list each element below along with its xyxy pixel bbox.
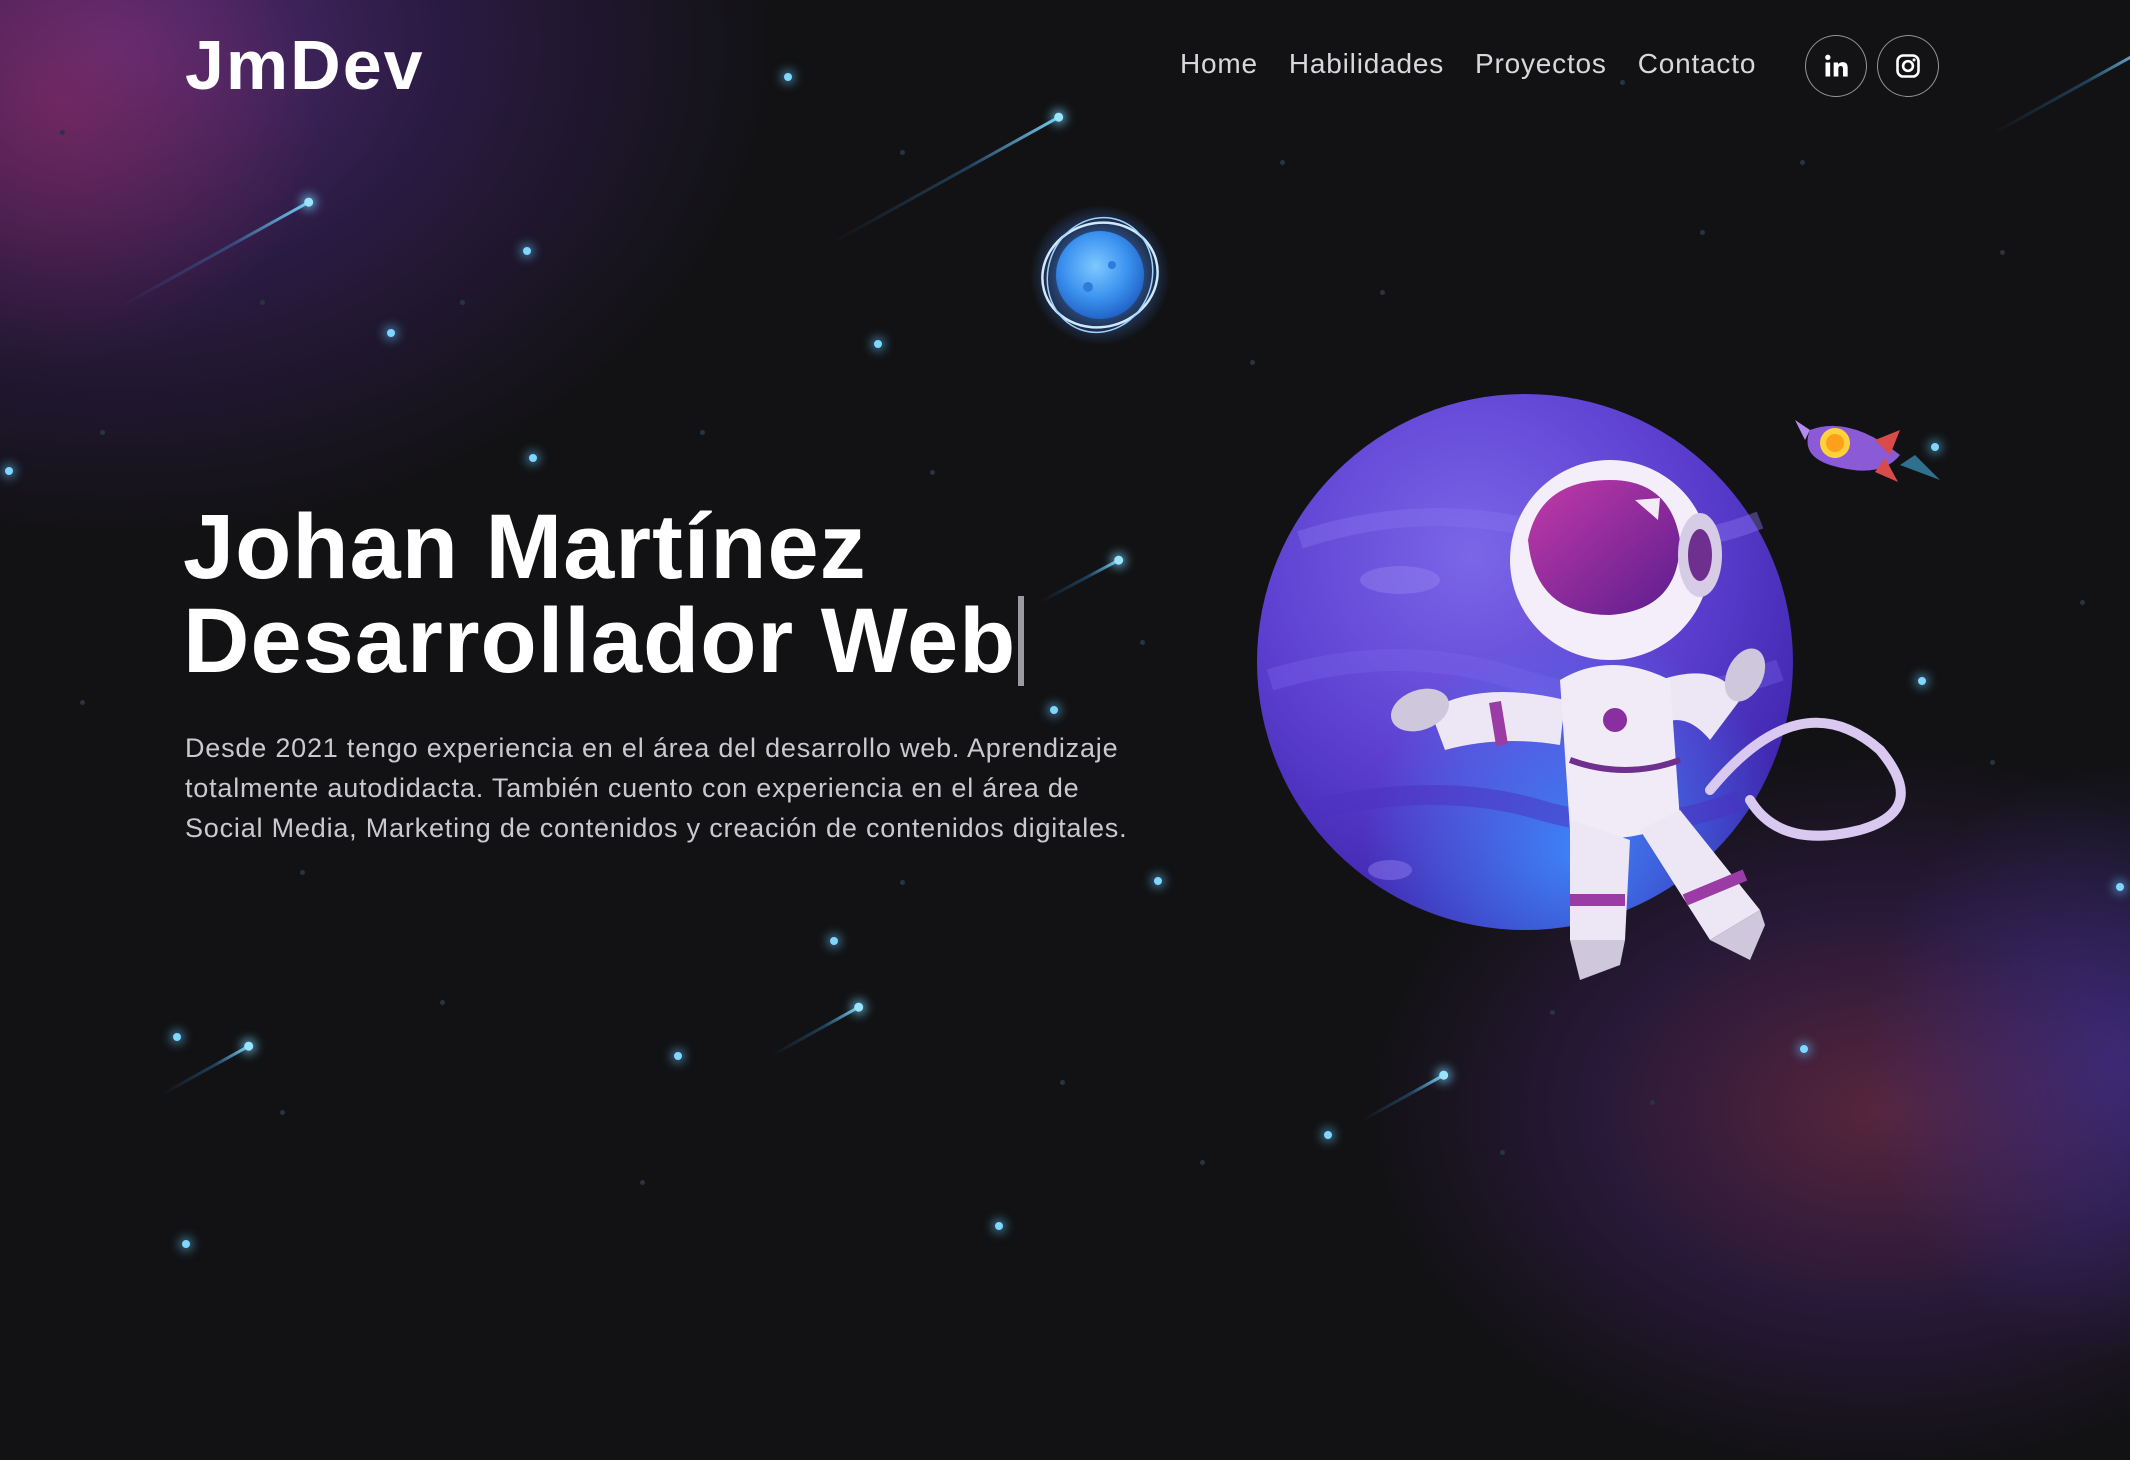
star	[1324, 1131, 1332, 1139]
shooting-star	[831, 115, 1061, 244]
star	[784, 73, 792, 81]
typing-caret	[1018, 596, 1025, 686]
hero-description: Desde 2021 tengo experiencia en el área …	[185, 733, 1128, 843]
instagram-icon	[1896, 54, 1920, 78]
star	[182, 1240, 190, 1248]
shooting-star	[771, 1005, 861, 1057]
star	[529, 454, 537, 462]
nav-link-proyectos[interactable]: Proyectos	[1475, 48, 1607, 80]
site-logo[interactable]: JmDev	[185, 30, 425, 100]
star	[1800, 1045, 1808, 1053]
nav-link-home[interactable]: Home	[1180, 48, 1258, 80]
star	[5, 467, 13, 475]
star	[173, 1033, 181, 1041]
nav-link-contacto[interactable]: Contacto	[1638, 48, 1756, 80]
small-planet-illustration	[1030, 205, 1170, 345]
shooting-star	[161, 1044, 251, 1096]
star	[523, 247, 531, 255]
nav-link-habilidades[interactable]: Habilidades	[1289, 48, 1444, 80]
shooting-star	[116, 200, 311, 310]
star	[674, 1052, 682, 1060]
star	[874, 340, 882, 348]
hero-name: Johan Martínez	[183, 496, 867, 598]
linkedin-icon	[1825, 54, 1848, 77]
shooting-star	[1991, 45, 2130, 136]
instagram-button[interactable]	[1877, 35, 1939, 97]
star	[2116, 883, 2124, 891]
main-nav: Home Habilidades Proyectos Contacto	[1180, 48, 1756, 80]
star	[387, 329, 395, 337]
star	[995, 1222, 1003, 1230]
rocket-illustration	[1795, 420, 1940, 482]
star	[1154, 877, 1162, 885]
linkedin-button[interactable]	[1805, 35, 1867, 97]
shooting-star	[1039, 558, 1121, 604]
shooting-star	[1361, 1073, 1446, 1122]
star	[1050, 706, 1058, 714]
hero-title: Johan Martínez Desarrollador Web	[183, 496, 1025, 688]
star	[830, 937, 838, 945]
hero-role: Desarrollador Web	[183, 590, 1017, 692]
